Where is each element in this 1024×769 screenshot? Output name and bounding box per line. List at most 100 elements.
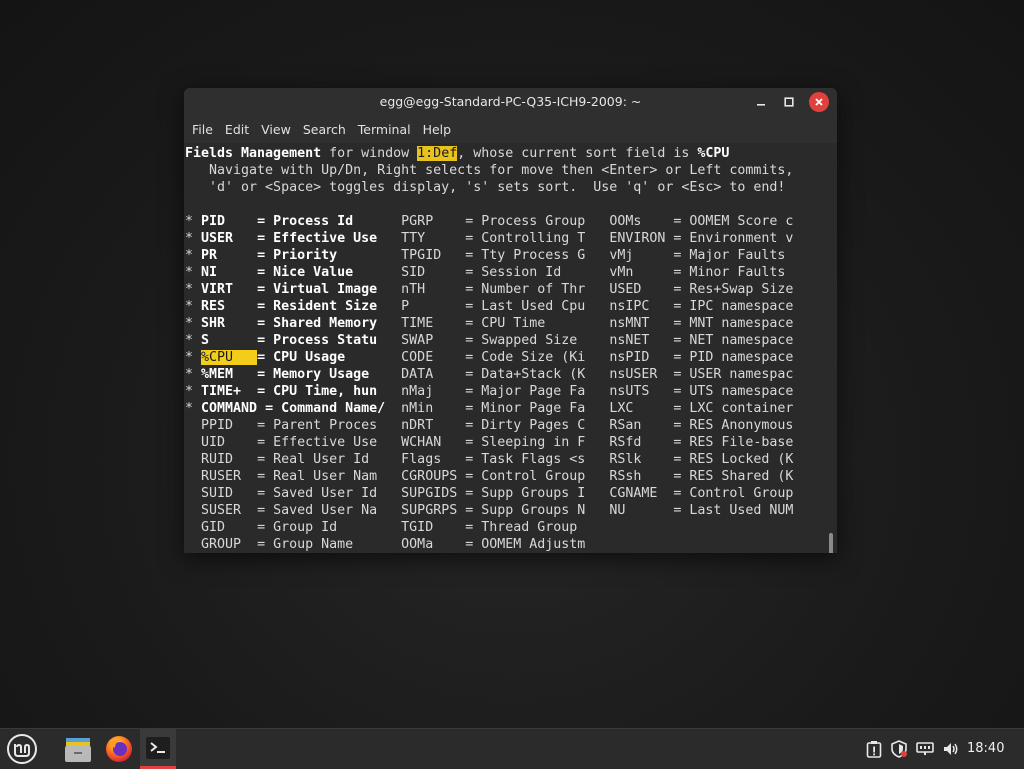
field-column-2: nMin = Minor Page Fa: [401, 401, 610, 416]
menu-search[interactable]: Search: [297, 115, 352, 143]
field-description: = Command Name/: [257, 401, 402, 416]
field-row[interactable]: SUSER = Saved User Na SUPGRPS = Supp Gro…: [185, 502, 793, 519]
field-row[interactable]: RUID = Real User Id Flags = Task Flags <…: [185, 451, 793, 468]
field-description: = CPU Usage: [257, 350, 402, 365]
terminal-icon: [146, 736, 170, 759]
field-column-2: P = Last Used Cpu: [401, 299, 610, 314]
scrollbar[interactable]: [829, 533, 833, 553]
volume-tray[interactable]: [941, 739, 961, 759]
menu-view[interactable]: View: [255, 115, 297, 143]
display-marker: [185, 503, 201, 518]
firefox-launcher[interactable]: [100, 729, 138, 769]
field-column-3: nsMNT = MNT namespace: [609, 316, 794, 331]
field-name: %MEM: [201, 367, 258, 382]
field-name: S: [201, 333, 258, 348]
header-title: Fields Management: [185, 146, 322, 161]
field-row[interactable]: * TIME+ = CPU Time, hun nMaj = Major Pag…: [185, 383, 793, 400]
files-launcher[interactable]: [58, 729, 98, 769]
field-name: %CPU: [201, 350, 258, 365]
display-marker: *: [185, 384, 202, 399]
field-description: = Real User Id: [257, 452, 402, 467]
display-marker: *: [185, 265, 202, 280]
display-marker: *: [185, 299, 202, 314]
field-row[interactable]: * %CPU = CPU Usage CODE = Code Size (Ki …: [185, 349, 793, 366]
field-description: = Nice Value: [257, 265, 402, 280]
field-name: COMMAND: [201, 401, 258, 416]
field-column-2: CGROUPS = Control Group: [401, 469, 610, 484]
header-text-2: , whose current sort field is: [457, 146, 698, 161]
minimize-button[interactable]: [751, 92, 771, 112]
field-column-3: USED = Res+Swap Size: [609, 282, 794, 297]
firefox-icon: [106, 736, 132, 762]
menu-terminal[interactable]: Terminal: [352, 115, 417, 143]
mint-menu-icon: [7, 734, 37, 764]
field-column-2: nMaj = Major Page Fa: [401, 384, 610, 399]
update-manager-icon: [866, 741, 882, 758]
field-name: SUSER: [201, 503, 258, 518]
terminal-task[interactable]: [140, 729, 176, 769]
shield-tray[interactable]: [889, 739, 909, 759]
help-line-1: Navigate with Up/Dn, Right selects for m…: [185, 163, 794, 178]
maximize-icon: [784, 97, 794, 107]
display-marker: [185, 537, 201, 552]
field-description: = Process Statu: [257, 333, 402, 348]
field-column-3: RSlk = RES Locked (K: [609, 452, 794, 467]
field-row[interactable]: GROUP = Group Name OOMa = OOMEM Adjustm: [185, 536, 609, 553]
field-column-3: RSan = RES Anonymous: [609, 418, 794, 433]
field-description: = Process Id: [257, 214, 402, 229]
menu-file[interactable]: File: [186, 115, 219, 143]
field-row[interactable]: * S = Process Statu SWAP = Swapped Size …: [185, 332, 793, 349]
field-row[interactable]: * SHR = Shared Memory TIME = CPU Time ns…: [185, 315, 793, 332]
field-description: = Virtual Image: [257, 282, 402, 297]
field-column-2: Flags = Task Flags <s: [401, 452, 610, 467]
menu-bar: File Edit View Search Terminal Help: [184, 115, 837, 143]
field-name: PR: [201, 248, 258, 263]
field-column-2: SID = Session Id: [401, 265, 610, 280]
field-row[interactable]: * PR = Priority TPGID = Tty Process G vM…: [185, 247, 785, 264]
field-row[interactable]: * NI = Nice Value SID = Session Id vMn =…: [185, 264, 785, 281]
clock[interactable]: 18:40: [967, 729, 1004, 769]
field-column-3: nsIPC = IPC namespace: [609, 299, 794, 314]
close-button[interactable]: [809, 92, 829, 112]
field-name: VIRT: [201, 282, 258, 297]
field-row[interactable]: * RES = Resident Size P = Last Used Cpu …: [185, 298, 793, 315]
field-row[interactable]: * COMMAND = Command Name/ nMin = Minor P…: [185, 400, 793, 417]
window-titlebar[interactable]: egg@egg-Standard-PC-Q35-ICH9-2009: ~: [184, 88, 837, 115]
field-row[interactable]: * %MEM = Memory Usage DATA = Data+Stack …: [185, 366, 793, 383]
update-manager-tray[interactable]: [864, 739, 884, 759]
field-description: = Saved User Id: [257, 486, 402, 501]
field-row[interactable]: PPID = Parent Proces nDRT = Dirty Pages …: [185, 417, 793, 434]
display-marker: *: [185, 214, 202, 229]
field-column-3: NU = Last Used NUM: [609, 503, 794, 518]
field-row[interactable]: * USER = Effective Use TTY = Controlling…: [185, 230, 793, 247]
display-marker: [185, 452, 201, 467]
field-name: SUID: [201, 486, 258, 501]
display-marker: [185, 469, 201, 484]
header-text-1: for window: [321, 146, 418, 161]
field-row[interactable]: GID = Group Id TGID = Thread Group: [185, 519, 609, 536]
field-row[interactable]: * PID = Process Id PGRP = Process Group …: [185, 213, 793, 230]
fields-header-line: Fields Management for window 1:Def, whos…: [185, 145, 729, 162]
network-tray[interactable]: [915, 739, 935, 759]
field-name: UID: [201, 435, 258, 450]
field-name: RUSER: [201, 469, 258, 484]
field-name: RES: [201, 299, 258, 314]
menu-edit[interactable]: Edit: [219, 115, 255, 143]
field-column-3: vMj = Major Faults: [609, 248, 786, 263]
display-marker: *: [185, 350, 202, 365]
field-row[interactable]: UID = Effective Use WCHAN = Sleeping in …: [185, 434, 793, 451]
terminal-window[interactable]: egg@egg-Standard-PC-Q35-ICH9-2009: ~ Fil…: [184, 88, 837, 553]
menu-help[interactable]: Help: [417, 115, 458, 143]
terminal-output[interactable]: Fields Management for window 1:Def, whos…: [184, 143, 837, 553]
field-column-2: TGID = Thread Group: [401, 520, 610, 535]
field-description: = Saved User Na: [257, 503, 402, 518]
field-row[interactable]: * VIRT = Virtual Image nTH = Number of T…: [185, 281, 793, 298]
field-column-3: nsPID = PID namespace: [609, 350, 794, 365]
field-column-3: nsUTS = UTS namespace: [609, 384, 794, 399]
field-row[interactable]: SUID = Saved User Id SUPGIDS = Supp Grou…: [185, 485, 793, 502]
start-menu-button[interactable]: [4, 729, 40, 769]
field-row[interactable]: RUSER = Real User Nam CGROUPS = Control …: [185, 468, 793, 485]
maximize-button[interactable]: [779, 92, 799, 112]
field-column-2: TIME = CPU Time: [401, 316, 610, 331]
help-line-2: 'd' or <Space> toggles display, 's' sets…: [185, 180, 786, 195]
